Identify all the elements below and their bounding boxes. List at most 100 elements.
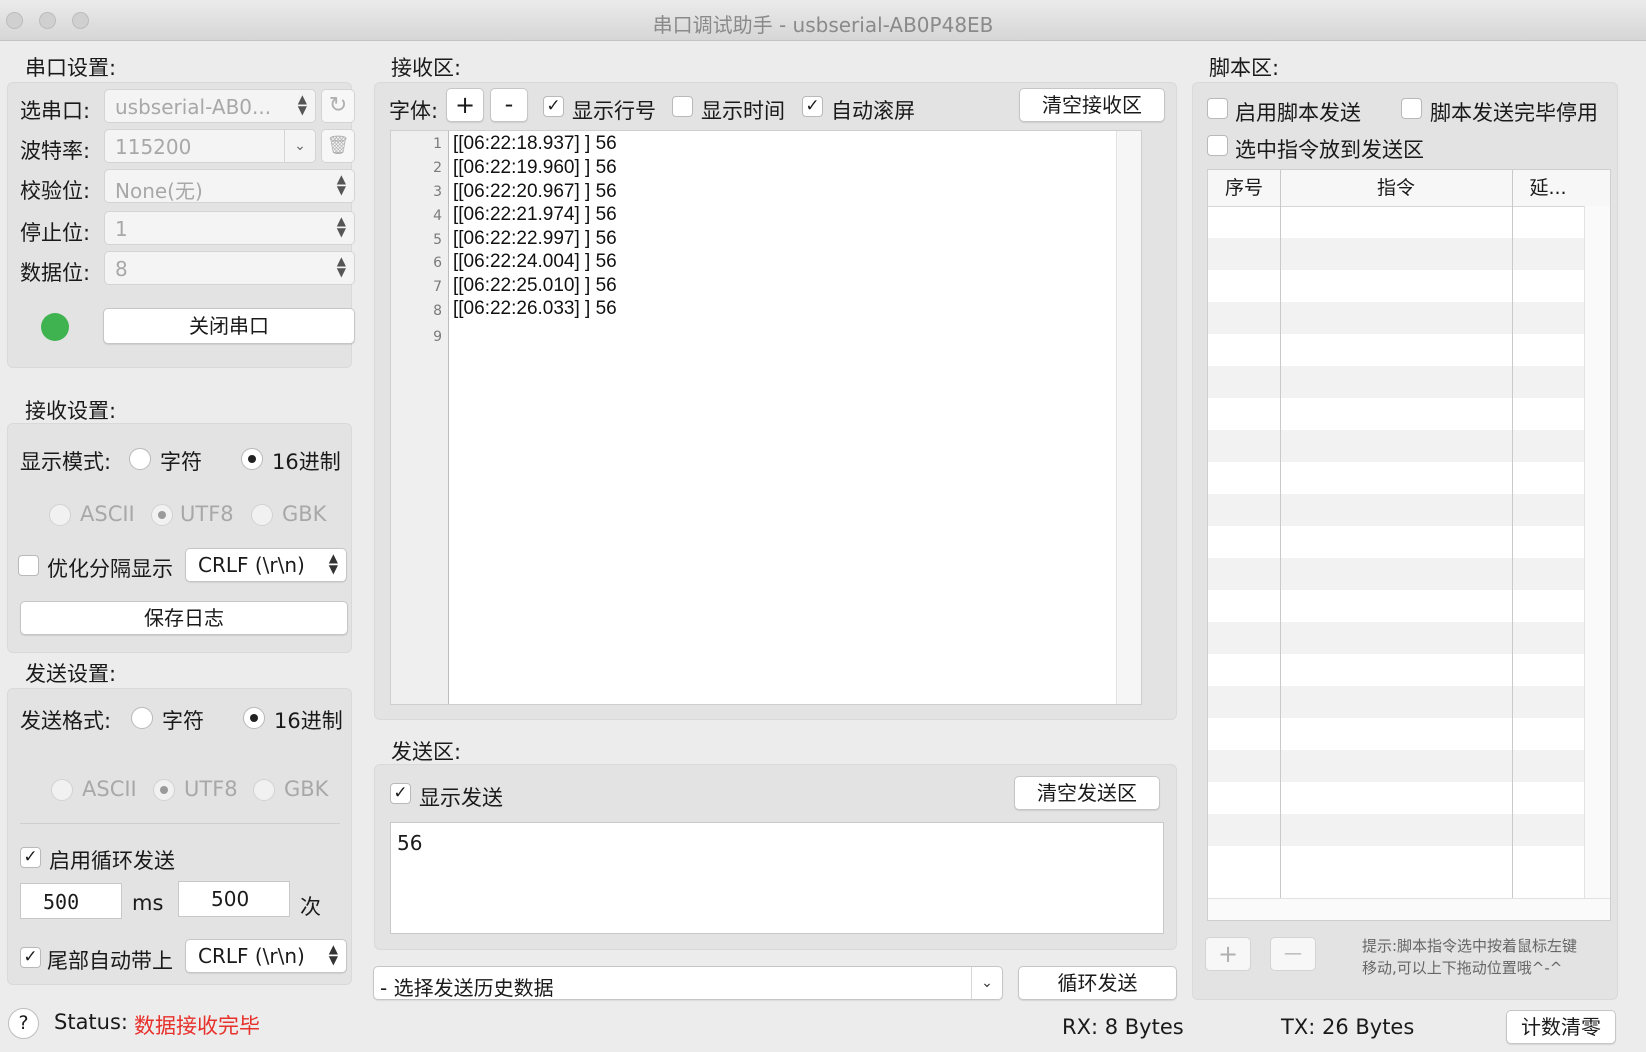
updown-arrows-icon: ▲ ▼ [328, 942, 338, 967]
table-row[interactable] [1208, 558, 1588, 590]
table-row[interactable] [1208, 686, 1588, 718]
col-header-command[interactable]: 指令 [1280, 170, 1512, 207]
col-header-corner [1584, 170, 1610, 207]
receive-line: [[06:22:19.960] ] 56 [453, 157, 617, 178]
put-selected-checkbox[interactable] [1207, 135, 1228, 156]
parity-label: 校验位: [20, 179, 91, 203]
loop-count-input[interactable]: 500 [178, 881, 290, 917]
receive-line: [[06:22:21.974] ] 56 [453, 204, 617, 225]
stop-after-checkbox[interactable] [1401, 98, 1422, 119]
status-label: Status: [54, 1010, 128, 1034]
main-window: 串口调试助手 - usbserial-AB0P48EB 串口设置: 选串口: u… [0, 0, 1646, 1052]
table-row[interactable] [1208, 814, 1588, 846]
script-table-scrollbar[interactable] [1584, 206, 1610, 898]
split-select-value: CRLF (\r\n) [198, 553, 305, 577]
col-header-index[interactable]: 序号 [1208, 170, 1280, 207]
close-port-button[interactable]: 关闭串口 [103, 308, 355, 344]
remove-script-button[interactable]: — [1270, 937, 1316, 971]
receive-line: [[06:22:22.997] ] 56 [453, 228, 617, 249]
port-label: 选串口: [20, 99, 91, 123]
reset-counter-button[interactable]: 计数清零 [1506, 1010, 1616, 1044]
auto-scroll-checkbox[interactable]: ✓ [802, 96, 823, 117]
show-send-checkbox[interactable]: ✓ [390, 783, 411, 804]
port-settings-title: 串口设置: [25, 56, 117, 80]
trash-icon[interactable]: 🗑 [321, 129, 355, 163]
save-log-button[interactable]: 保存日志 [20, 601, 348, 635]
auto-tail-checkbox[interactable]: ✓ [20, 947, 41, 968]
script-table-hscrollbar[interactable] [1208, 898, 1610, 920]
send-history-select[interactable]: - 选择发送历史数据 ⌄ [373, 966, 1003, 1000]
stop-after-label: 脚本发送完毕停用 [1430, 101, 1598, 125]
recv-mode-char-label: 字符 [160, 450, 202, 474]
font-label: 字体: [389, 99, 439, 123]
send-enc-ascii-radio[interactable] [51, 779, 73, 801]
table-row[interactable] [1208, 302, 1588, 334]
send-enc-utf8-label: UTF8 [184, 777, 238, 801]
font-increase-button[interactable]: + [446, 88, 484, 122]
send-enc-gbk-radio[interactable] [253, 779, 275, 801]
divider [20, 823, 340, 824]
stopbits-label: 停止位: [20, 221, 91, 245]
recv-enc-gbk-radio[interactable] [251, 504, 273, 526]
rx-counter: RX: 8 Bytes [1062, 1015, 1184, 1039]
refresh-icon[interactable]: ↻ [321, 89, 355, 123]
updown-arrows-icon: ▲ ▼ [328, 551, 338, 576]
loop-interval-input[interactable]: 500 [20, 883, 122, 919]
table-row[interactable] [1208, 366, 1588, 398]
clear-receive-button[interactable]: 清空接收区 [1019, 88, 1165, 122]
recv-enc-utf8-label: UTF8 [180, 502, 234, 526]
col-header-delay[interactable]: 延... [1512, 170, 1584, 207]
recv-mode-hex-radio[interactable] [241, 448, 263, 470]
port-settings-group: 选串口: usbserial-AB0... ▲ ▼ ↻ 波特率: 115200 ⌄… [7, 82, 355, 368]
split-select[interactable]: CRLF (\r\n) ▲ ▼ [185, 548, 347, 582]
split-display-checkbox[interactable] [18, 555, 39, 576]
line-number: 1 [433, 136, 442, 152]
table-row[interactable] [1208, 238, 1588, 270]
recv-mode-char-radio[interactable] [129, 448, 151, 470]
receive-line: [[06:22:20.967] ] 56 [453, 181, 617, 202]
send-mode-char-radio[interactable] [131, 707, 153, 729]
stopbits-select[interactable]: 1 ▲ ▼ [104, 211, 355, 245]
send-mode-hex-label: 16进制 [274, 709, 343, 733]
baud-select[interactable]: 115200 ⌄ [104, 129, 316, 163]
send-mode-hex-radio[interactable] [243, 707, 265, 729]
loop-send-checkbox[interactable]: ✓ [20, 847, 41, 868]
clear-send-button[interactable]: 清空发送区 [1014, 776, 1160, 810]
recv-enc-utf8-radio[interactable] [151, 504, 173, 526]
parity-select-value: None(无) [115, 179, 203, 203]
send-text-area[interactable]: 56 [390, 822, 1164, 934]
port-select[interactable]: usbserial-AB0... ▲ ▼ [104, 89, 316, 123]
title-bar: 串口调试助手 - usbserial-AB0P48EB [0, 0, 1646, 41]
add-script-button[interactable]: + [1205, 937, 1251, 971]
enable-script-checkbox[interactable] [1207, 98, 1228, 119]
parity-select[interactable]: None(无) ▲ ▼ [104, 169, 355, 203]
send-enc-ascii-label: ASCII [82, 777, 137, 801]
table-row[interactable] [1208, 750, 1588, 782]
chevron-down-icon: ⌄ [284, 130, 315, 162]
script-table[interactable]: 序号 指令 延... [1207, 169, 1611, 921]
font-decrease-button[interactable]: - [490, 88, 528, 122]
receive-area-title: 接收区: [391, 56, 462, 80]
receive-text-area[interactable]: 1 2 3 4 5 6 7 8 9 [[06:22:18.937] ] 56 [… [390, 130, 1142, 705]
port-select-value: usbserial-AB0... [115, 95, 272, 119]
table-row[interactable] [1208, 494, 1588, 526]
tail-select[interactable]: CRLF (\r\n) ▲ ▼ [185, 939, 347, 973]
put-selected-label: 选中指令放到发送区 [1235, 138, 1424, 162]
split-display-label: 优化分隔显示 [47, 557, 173, 581]
databits-select-value: 8 [115, 257, 128, 281]
line-number-gutter: 1 2 3 4 5 6 7 8 9 [391, 131, 449, 704]
send-enc-utf8-radio[interactable] [153, 779, 175, 801]
enable-script-label: 启用脚本发送 [1235, 101, 1361, 125]
databits-select[interactable]: 8 ▲ ▼ [104, 251, 355, 285]
receive-settings-title: 接收设置: [25, 399, 117, 423]
port-status-indicator [41, 313, 69, 341]
table-row[interactable] [1208, 622, 1588, 654]
show-line-numbers-checkbox[interactable]: ✓ [543, 96, 564, 117]
receive-scrollbar[interactable] [1116, 131, 1141, 704]
script-hint-line2: 移动,可以上下拖动位置哦^-^ [1362, 959, 1563, 977]
show-time-checkbox[interactable] [672, 96, 693, 117]
recv-enc-ascii-radio[interactable] [49, 504, 71, 526]
loop-send-button[interactable]: 循环发送 [1018, 966, 1177, 1000]
table-row[interactable] [1208, 430, 1588, 462]
help-icon[interactable]: ? [8, 1008, 39, 1039]
